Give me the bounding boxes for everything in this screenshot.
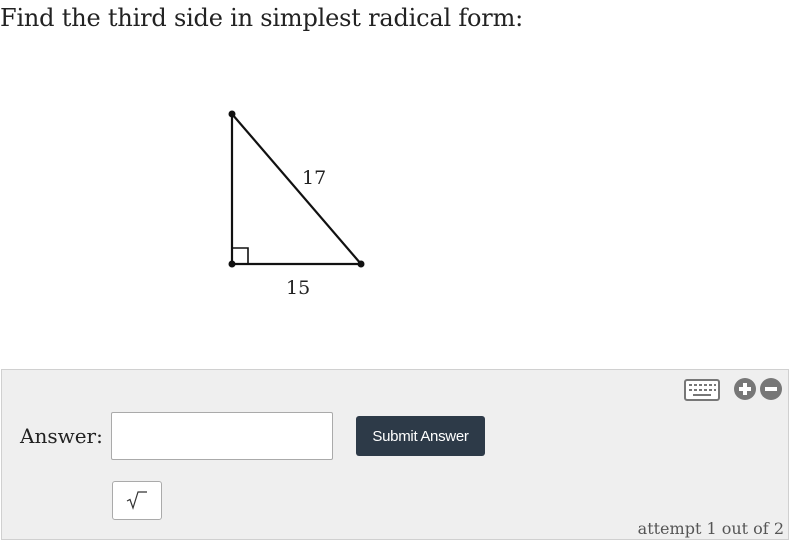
square-root-icon [126, 491, 147, 510]
zoom-in-icon[interactable] [733, 377, 757, 401]
vertex-bottom-left [228, 260, 236, 268]
base-label: 15 [286, 277, 310, 299]
triangle-figure: 17 15 [228, 110, 365, 299]
square-root-button[interactable] [112, 481, 162, 520]
zoom-out-icon[interactable] [759, 377, 783, 401]
hypotenuse [231, 113, 362, 265]
answer-label: Answer: [20, 424, 103, 448]
keyboard-icon[interactable] [684, 378, 720, 402]
vertex-top [228, 110, 236, 118]
hypotenuse-label: 17 [302, 167, 326, 189]
vertex-bottom-right [357, 260, 365, 268]
attempt-counter: attempt 1 out of 2 [637, 519, 784, 538]
triangle-shape [228, 110, 365, 268]
answer-panel: Answer: Submit Answer attempt 1 out of 2 [1, 369, 789, 540]
submit-answer-button[interactable]: Submit Answer [356, 416, 485, 456]
answer-input[interactable] [111, 412, 333, 460]
